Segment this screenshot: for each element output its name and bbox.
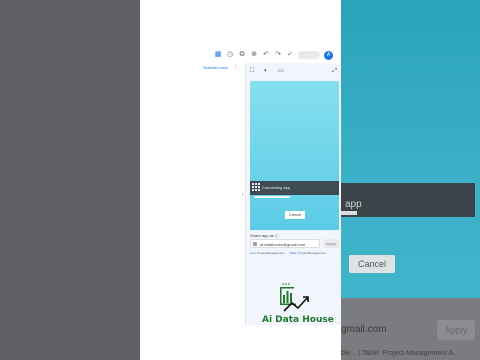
- undo-icon[interactable]: ↶: [262, 51, 270, 59]
- chart-logo-icon: [280, 283, 309, 312]
- background-apply-button: Apply: [437, 320, 475, 340]
- zoom-icon[interactable]: ⊕: [250, 51, 258, 59]
- chip-table[interactable]: Table: ProjectManagement...: [290, 251, 328, 255]
- expand-icon[interactable]: ⤢: [332, 68, 337, 75]
- loading-icon: [252, 183, 260, 191]
- collapse-panel-icon[interactable]: ›: [242, 192, 244, 198]
- panel-tools: ⛶ ◐ ▭: [250, 68, 284, 74]
- history-icon[interactable]: ◷: [226, 51, 234, 59]
- table-icon[interactable]: ▦: [214, 51, 222, 59]
- check-icon[interactable]: ✓: [286, 51, 294, 59]
- loading-text: Connecting app: [262, 185, 291, 190]
- loading-progress-bar: [254, 196, 290, 198]
- editor-toolbar: ▦ ◷ ⧉ ⊕ ↶ ↷ ✓ A: [214, 48, 333, 62]
- more-options-icon[interactable]: ⋮: [233, 64, 238, 70]
- background-progress: [341, 211, 357, 215]
- device-icon[interactable]: ▭: [278, 68, 284, 74]
- source-chips: Live: ProjectManagement... Table: Projec…: [250, 251, 328, 255]
- user-icon: [253, 242, 257, 246]
- background-email-text: gmail.com: [341, 324, 387, 335]
- background-band-text: app: [345, 199, 362, 210]
- loading-band: Connecting app: [250, 181, 339, 195]
- brand-name: Ai Data House: [262, 315, 334, 325]
- background-preview: [341, 0, 480, 298]
- selected-view-link[interactable]: Selected view: [203, 65, 228, 70]
- email-value: ai.datahouse@gmail.com: [260, 242, 306, 247]
- redo-icon[interactable]: ↷: [274, 51, 282, 59]
- theme-icon[interactable]: ◐: [264, 68, 270, 74]
- email-field[interactable]: ai.datahouse@gmail.com: [250, 239, 320, 248]
- cancel-button[interactable]: Cancel: [285, 211, 305, 219]
- apply-button[interactable]: Apply: [323, 239, 339, 248]
- background-cancel-button: Cancel: [349, 255, 395, 273]
- background-bottom-text: ble... | Table: Project Management A...: [341, 350, 460, 357]
- copy-icon[interactable]: ⧉: [238, 51, 246, 59]
- fullscreen-icon[interactable]: ⛶: [250, 68, 256, 74]
- brand-logo: Ai Data House: [262, 281, 334, 327]
- app-preview: Connecting app Cancel: [250, 81, 339, 230]
- share-button[interactable]: [298, 51, 320, 59]
- avatar[interactable]: A: [324, 50, 333, 60]
- background-zoom: app Cancel gmail.com Apply ble... | Tabl…: [341, 0, 480, 360]
- chip-live[interactable]: Live: ProjectManagement...: [250, 251, 287, 255]
